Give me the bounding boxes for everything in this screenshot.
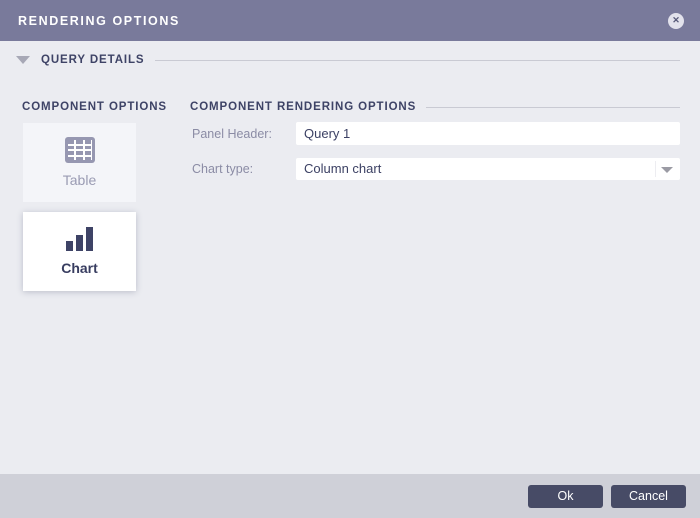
tile-label-chart: Chart bbox=[61, 260, 98, 276]
tile-label-table: Table bbox=[62, 172, 97, 188]
query-details-section-header: QUERY DETAILS bbox=[14, 53, 680, 67]
cancel-button[interactable]: Cancel bbox=[611, 484, 686, 508]
divider bbox=[154, 59, 680, 61]
divider bbox=[426, 106, 680, 108]
chart-type-value: Column chart bbox=[304, 161, 382, 176]
dialog-header: RENDERING OPTIONS ✕ bbox=[0, 0, 700, 41]
ok-button[interactable]: Ok bbox=[528, 484, 603, 508]
component-rendering-options-heading: COMPONENT RENDERING OPTIONS bbox=[190, 100, 680, 114]
chart-type-select[interactable]: Column chart bbox=[296, 157, 680, 180]
panel-header-input[interactable] bbox=[296, 122, 680, 145]
component-rendering-options-title: COMPONENT RENDERING OPTIONS bbox=[190, 101, 417, 113]
dialog-footer: Ok Cancel bbox=[0, 474, 700, 518]
table-icon bbox=[64, 137, 95, 163]
component-options-heading: COMPONENT OPTIONS bbox=[22, 100, 166, 114]
collapse-caret-icon[interactable] bbox=[16, 56, 30, 64]
close-icon: ✕ bbox=[672, 15, 680, 25]
chart-type-row: Chart type: Column chart bbox=[192, 157, 680, 180]
panel-header-label: Panel Header: bbox=[192, 126, 272, 141]
bar-chart-icon bbox=[66, 227, 93, 251]
component-option-chart[interactable]: Chart bbox=[23, 212, 136, 291]
close-button[interactable]: ✕ bbox=[668, 12, 684, 29]
component-options-title: COMPONENT OPTIONS bbox=[22, 101, 168, 113]
divider bbox=[655, 160, 656, 177]
chevron-down-icon bbox=[661, 166, 673, 173]
component-option-table[interactable]: Table bbox=[23, 123, 136, 202]
chart-type-label: Chart type: bbox=[192, 161, 254, 176]
panel-header-row: Panel Header: bbox=[192, 122, 680, 145]
query-details-title: QUERY DETAILS bbox=[41, 54, 145, 66]
dialog-title: RENDERING OPTIONS bbox=[18, 13, 180, 28]
rendering-options-dialog: RENDERING OPTIONS ✕ QUERY DETAILS COMPON… bbox=[0, 0, 700, 518]
